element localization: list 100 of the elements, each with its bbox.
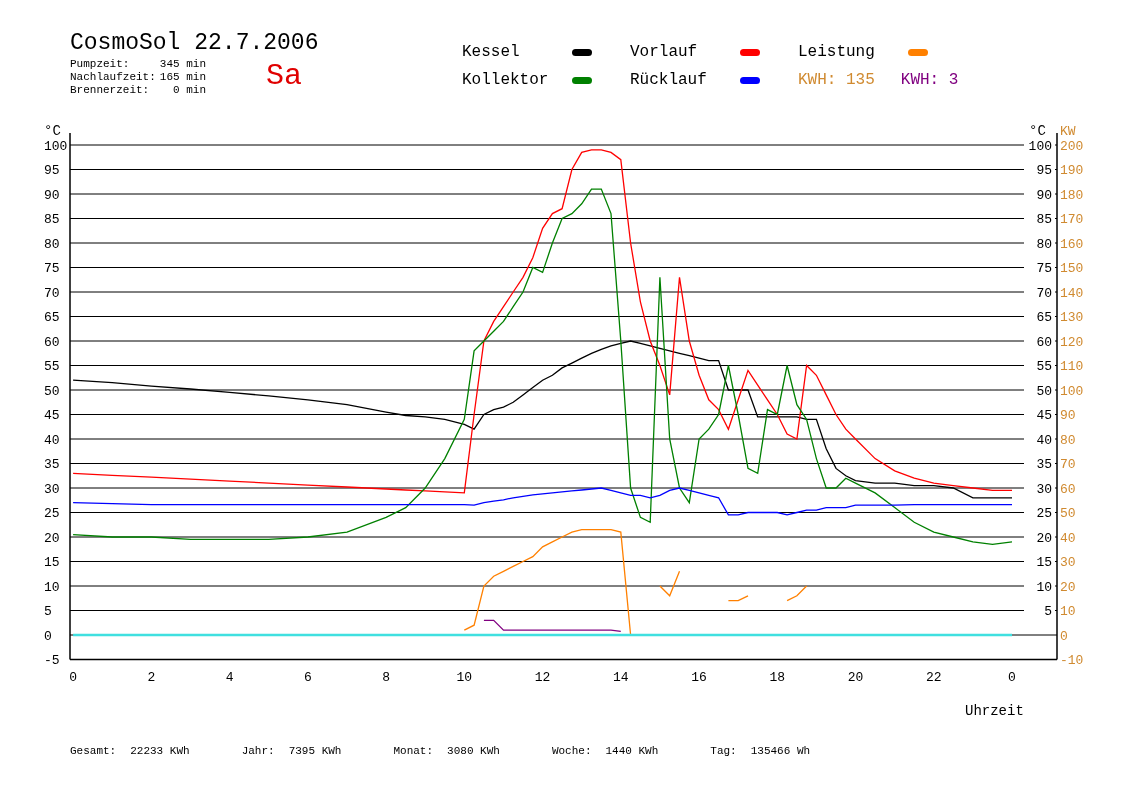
axis-tick-label: 30 [1036,481,1052,497]
stat-label: Pumpzeit: [70,58,131,71]
axis-tick-label: 90 [44,187,60,203]
axis-tick-label: 180 [1060,187,1084,203]
axis-tick-label: 70 [1036,285,1052,301]
legend-label: Leistung [798,42,875,62]
axis-tick-label: 190 [1060,163,1084,178]
axis-unit-label: °C [1029,123,1046,139]
axis-tick-label: 5 [44,604,52,619]
total-value: 22233 KWh [130,744,190,759]
axis-tick-label: 120 [1060,334,1084,350]
legend-label: Kollektor [462,70,549,90]
axis-tick-label: 60 [1060,481,1076,497]
axis-tick-label: 60 [1036,334,1052,350]
axis-tick-label: 90 [1036,187,1052,203]
axis-tick-label: 170 [1060,212,1084,227]
axis-tick-label: 35 [44,457,60,472]
axis-tick-label: 150 [1060,261,1084,276]
axis-tick-label: 0 [1008,670,1016,685]
axis-tick-label: 25 [44,506,60,521]
axis-tick-label: -5 [44,653,60,668]
axis-tick-label: 0 [1060,628,1068,644]
axis-tick-label: 30 [44,481,60,497]
axis-tick-label: 20 [1060,579,1076,595]
axis-tick-label: 160 [1060,236,1084,252]
axis-tick-label: 90 [1060,408,1076,423]
axis-tick-label: 200 [1060,138,1084,154]
axis-tick-label: 8 [382,670,390,685]
axis-tick-label: 25 [1036,506,1052,521]
total-label: Tag: [710,744,737,759]
legend-label: Rücklauf [630,70,707,90]
axis-tick-label: 16 [691,670,707,685]
axis-tick-label: 65 [1036,310,1052,325]
total-value: 7395 KWh [288,744,342,759]
axis-tick-label: 15 [44,555,60,570]
axis-tick-label: 50 [1060,506,1076,521]
axis-tick-label: 85 [1036,212,1052,227]
axis-tick-label: 40 [1060,530,1076,546]
legend-label: Kessel [462,42,520,62]
axis-tick-label: 45 [1036,408,1052,423]
total-label: Gesamt: [70,744,117,759]
axis-tick-label: 75 [44,261,60,276]
axis-title: Uhrzeit [965,703,1024,718]
axis-tick-label: 20 [847,670,864,685]
axis-tick-label: 70 [44,285,60,301]
axis-tick-label: 60 [44,334,60,350]
axis-tick-label: 0 [69,670,78,685]
axis-tick-label: 95 [1036,163,1052,178]
axis-tick-label: 95 [44,163,60,178]
axis-tick-label: 20 [1036,530,1052,546]
total-label: Woche: [551,744,592,759]
axis-tick-label: 50 [44,383,60,399]
axis-tick-label: 70 [1060,457,1076,472]
axis-tick-label: 65 [44,310,60,325]
axis-tick-label: 2 [147,670,156,685]
total-value: 1440 KWh [605,744,659,759]
axis-tick-label: 100 [44,138,68,154]
axis-tick-label: 75 [1036,261,1052,276]
axis-tick-label: 140 [1060,285,1084,301]
axis-tick-label: 35 [1036,457,1052,472]
axis-tick-label: 80 [44,236,60,252]
axis-tick-label: 40 [44,432,60,448]
axis-tick-label: 30 [1060,555,1076,570]
energy-total: KWH: 3 [900,70,959,90]
axis-tick-label: 10 [44,579,60,595]
axis-tick-label: 100 [1060,383,1084,399]
axis-tick-label: 130 [1060,310,1084,325]
axis-tick-label: 20 [44,530,60,546]
weekday-label: Sa [266,59,302,93]
axis-tick-label: 4 [225,670,234,685]
total-value: 135466 Wh [750,744,811,759]
axis-tick-label: 10 [1060,604,1076,619]
axis-tick-label: 110 [1060,359,1084,374]
axis-unit-label: KW [1060,124,1076,139]
energy-total: KWH: 135 [798,70,875,90]
stat-value: 165 min [159,71,207,84]
axis-tick-label: 0 [44,628,52,644]
axis-tick-label: 10 [456,670,473,685]
axis-tick-label: 5 [1044,604,1052,619]
legend-label: Vorlauf [630,42,698,62]
total-value: 3080 KWh [447,744,500,759]
axis-unit-label: °C [44,123,61,139]
stat-value: 345 min [159,58,207,71]
axis-tick-label: 80 [1060,432,1076,448]
axis-tick-label: 50 [1036,383,1052,399]
axis-tick-label: 22 [925,670,942,685]
axis-tick-label: 40 [1036,432,1052,448]
total-label: Monat: [393,744,434,759]
page-title: CosmoSol 22.7.2006 [70,29,319,58]
axis-tick-label: 6 [303,670,312,685]
axis-tick-label: 15 [1036,555,1052,570]
axis-tick-label: 100 [1028,138,1052,154]
axis-tick-label: 55 [44,359,60,374]
axis-tick-label: 10 [1036,579,1052,595]
stat-value: 0 min [172,84,207,97]
stat-label: Brennerzeit: [70,84,151,97]
axis-tick-label: 55 [1036,359,1052,374]
axis-tick-label: 14 [613,670,629,685]
stat-label: Nachlaufzeit: [70,71,156,84]
total-label: Jahr: [241,744,275,759]
